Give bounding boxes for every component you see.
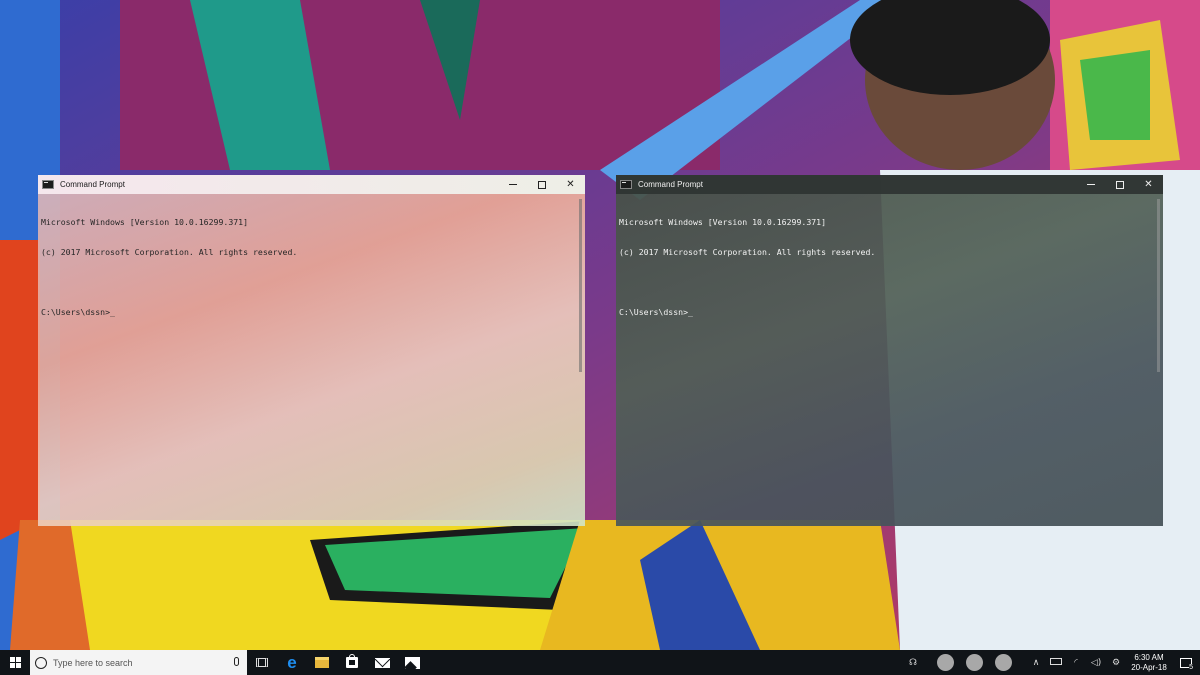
console-line: (c) 2017 Microsoft Corporation. All righ… bbox=[41, 247, 298, 257]
window-title: Command Prompt bbox=[60, 180, 125, 189]
store-button[interactable] bbox=[337, 650, 367, 675]
task-view-button[interactable] bbox=[247, 650, 277, 675]
settings-gear-icon[interactable]: ⚙ bbox=[1106, 658, 1126, 668]
close-button[interactable]: ✕ bbox=[556, 175, 585, 194]
people-icon[interactable]: ☊ bbox=[903, 658, 923, 668]
minimize-button[interactable] bbox=[1076, 175, 1105, 194]
maximize-button[interactable] bbox=[1105, 175, 1134, 194]
network-wifi-icon[interactable]: ◜ bbox=[1066, 658, 1086, 668]
start-button[interactable] bbox=[0, 650, 30, 675]
minimize-button[interactable] bbox=[498, 175, 527, 194]
avatar[interactable] bbox=[995, 654, 1012, 671]
maximize-icon bbox=[537, 180, 546, 189]
show-hidden-icons-chevron-up-icon[interactable]: ∧ bbox=[1026, 658, 1046, 668]
close-button[interactable]: ✕ bbox=[1134, 175, 1163, 194]
close-icon: ✕ bbox=[566, 179, 575, 190]
console-line: Microsoft Windows [Version 10.0.16299.37… bbox=[619, 217, 827, 227]
microphone-icon[interactable] bbox=[234, 657, 239, 666]
mail-button[interactable] bbox=[367, 650, 397, 675]
system-tray: ☊ ∧ ◜ ◁) ⚙ 6:30 AM 20-Apr-18 5 bbox=[903, 650, 1200, 675]
window-titlebar[interactable]: Command Prompt ✕ bbox=[38, 175, 585, 194]
avatar[interactable] bbox=[937, 654, 954, 671]
console-output[interactable]: Microsoft Windows [Version 10.0.16299.37… bbox=[38, 194, 585, 337]
window-title: Command Prompt bbox=[638, 180, 703, 189]
photos-icon bbox=[404, 656, 420, 669]
console-line: Microsoft Windows [Version 10.0.16299.37… bbox=[41, 217, 249, 227]
photos-button[interactable] bbox=[397, 650, 427, 675]
command-prompt-window-light[interactable]: Command Prompt ✕ Microsoft Windows [Vers… bbox=[38, 175, 585, 526]
vertical-scrollbar[interactable] bbox=[579, 199, 582, 372]
minimize-icon bbox=[508, 184, 517, 185]
windows-logo-icon bbox=[9, 657, 21, 668]
edge-button[interactable]: e bbox=[277, 650, 307, 675]
clock-time: 6:30 AM bbox=[1134, 652, 1164, 662]
file-explorer-button[interactable] bbox=[307, 650, 337, 675]
window-titlebar[interactable]: Command Prompt ✕ bbox=[616, 175, 1163, 194]
cortana-icon bbox=[35, 656, 47, 669]
volume-icon[interactable]: ◁) bbox=[1086, 658, 1106, 668]
console-app-icon bbox=[620, 180, 632, 189]
console-app-icon bbox=[42, 180, 54, 189]
mail-icon bbox=[374, 657, 390, 668]
maximize-button[interactable] bbox=[527, 175, 556, 194]
battery-icon[interactable] bbox=[1046, 657, 1066, 668]
console-prompt[interactable]: C:\Users\dssn>_ bbox=[41, 307, 582, 317]
action-center-button[interactable]: 5 bbox=[1172, 650, 1200, 675]
clock-date: 20-Apr-18 bbox=[1131, 662, 1167, 672]
avatar[interactable] bbox=[966, 654, 983, 671]
console-line: (c) 2017 Microsoft Corporation. All righ… bbox=[619, 247, 876, 257]
search-placeholder: Type here to search bbox=[53, 657, 133, 668]
command-prompt-window-dark[interactable]: Command Prompt ✕ Microsoft Windows [Vers… bbox=[616, 175, 1163, 526]
minimize-icon bbox=[1086, 184, 1095, 185]
taskbar-clock[interactable]: 6:30 AM 20-Apr-18 bbox=[1126, 653, 1172, 673]
edge-icon: e bbox=[287, 653, 297, 672]
task-view-icon bbox=[256, 658, 268, 667]
file-explorer-icon bbox=[315, 657, 329, 668]
taskbar-search-box[interactable]: Type here to search bbox=[30, 650, 247, 675]
console-prompt[interactable]: C:\Users\dssn>_ bbox=[619, 307, 1160, 317]
taskbar: Type here to search e ☊ ∧ ◜ ◁) ⚙ 6:30 AM… bbox=[0, 650, 1200, 675]
vertical-scrollbar[interactable] bbox=[1157, 199, 1160, 372]
maximize-icon bbox=[1115, 180, 1124, 189]
console-output[interactable]: Microsoft Windows [Version 10.0.16299.37… bbox=[616, 194, 1163, 337]
notification-count-badge: 5 bbox=[1189, 664, 1193, 672]
close-icon: ✕ bbox=[1144, 179, 1153, 190]
store-icon bbox=[346, 654, 358, 668]
